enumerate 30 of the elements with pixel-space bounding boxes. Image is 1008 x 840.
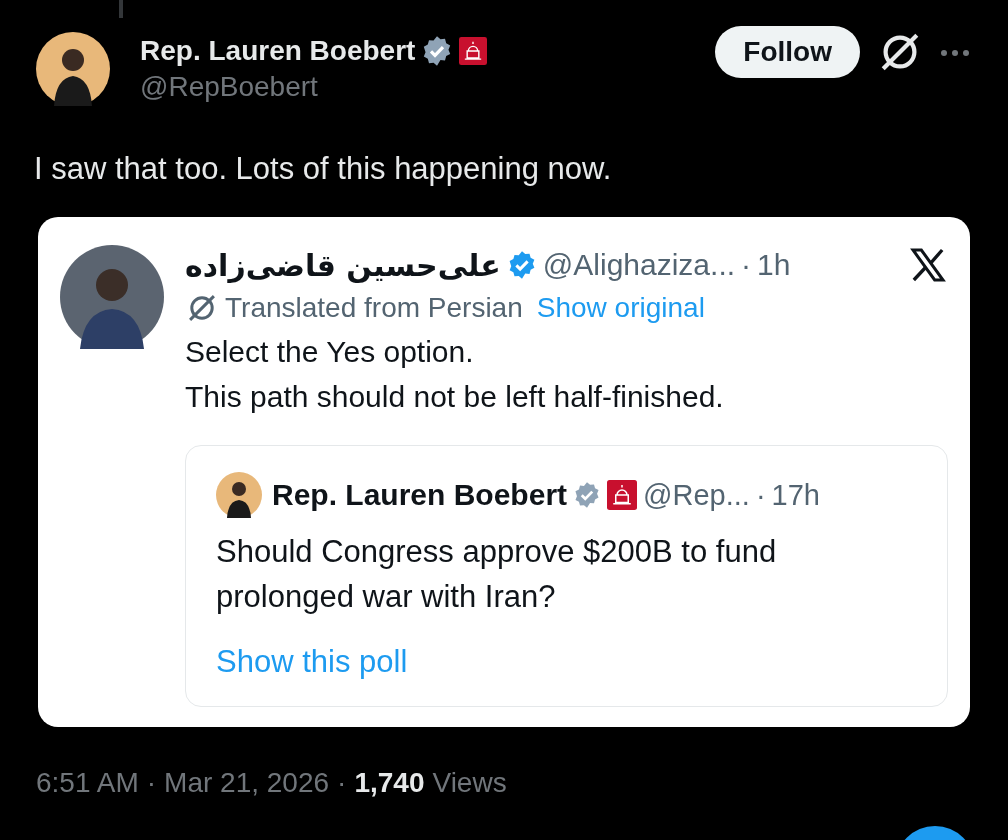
follow-button[interactable]: Follow [715, 26, 860, 78]
nested-quote-card[interactable]: Rep. Lauren Boebert @Rep... · 17h Should Congress approve $200B to fund prolonged war with Iran? Show this poll [185, 445, 948, 708]
post-date[interactable]: Mar 21, 2026 [164, 767, 330, 800]
separator: · [337, 767, 347, 800]
quoted-post-card[interactable] [38, 217, 970, 728]
translation-note: Translated from Persian [225, 292, 523, 325]
author-name[interactable]: Rep. Lauren Boebert [140, 35, 416, 67]
more-icon[interactable] [940, 49, 970, 57]
author-name: Rep. Lauren Boebert [272, 478, 568, 513]
quoted-text: This path should not be left half-finished. [185, 379, 725, 416]
post-time[interactable]: 6:51 AM [36, 767, 139, 800]
post-time: 17h [771, 478, 820, 512]
separator: · [146, 767, 157, 800]
show-poll-link[interactable]: Show this poll [216, 644, 408, 681]
author-handle: @Rep... [643, 478, 750, 512]
separator: · [755, 478, 766, 512]
post-time: 1h [757, 248, 791, 283]
author-name[interactable]: علی‌حسین قاضی‌زاده [185, 247, 501, 283]
post-text: I saw that too. Lots of this happening now. [34, 150, 613, 188]
avatar [216, 472, 262, 519]
quoted-text: Should Congress approve $200B to fund prolonged war with Iran? [216, 533, 778, 617]
avatar[interactable] [60, 245, 164, 350]
author-handle: @Alighaziza... [542, 248, 736, 283]
avatar[interactable] [36, 32, 110, 106]
quoted-text: Select the Yes option. [185, 334, 475, 371]
views-count: 1,740 [354, 767, 425, 800]
separator: · [741, 248, 752, 283]
show-original-link[interactable]: Show original [536, 292, 705, 325]
author-handle[interactable]: @RepBoebert [140, 71, 716, 103]
views-label: Views [432, 767, 507, 800]
